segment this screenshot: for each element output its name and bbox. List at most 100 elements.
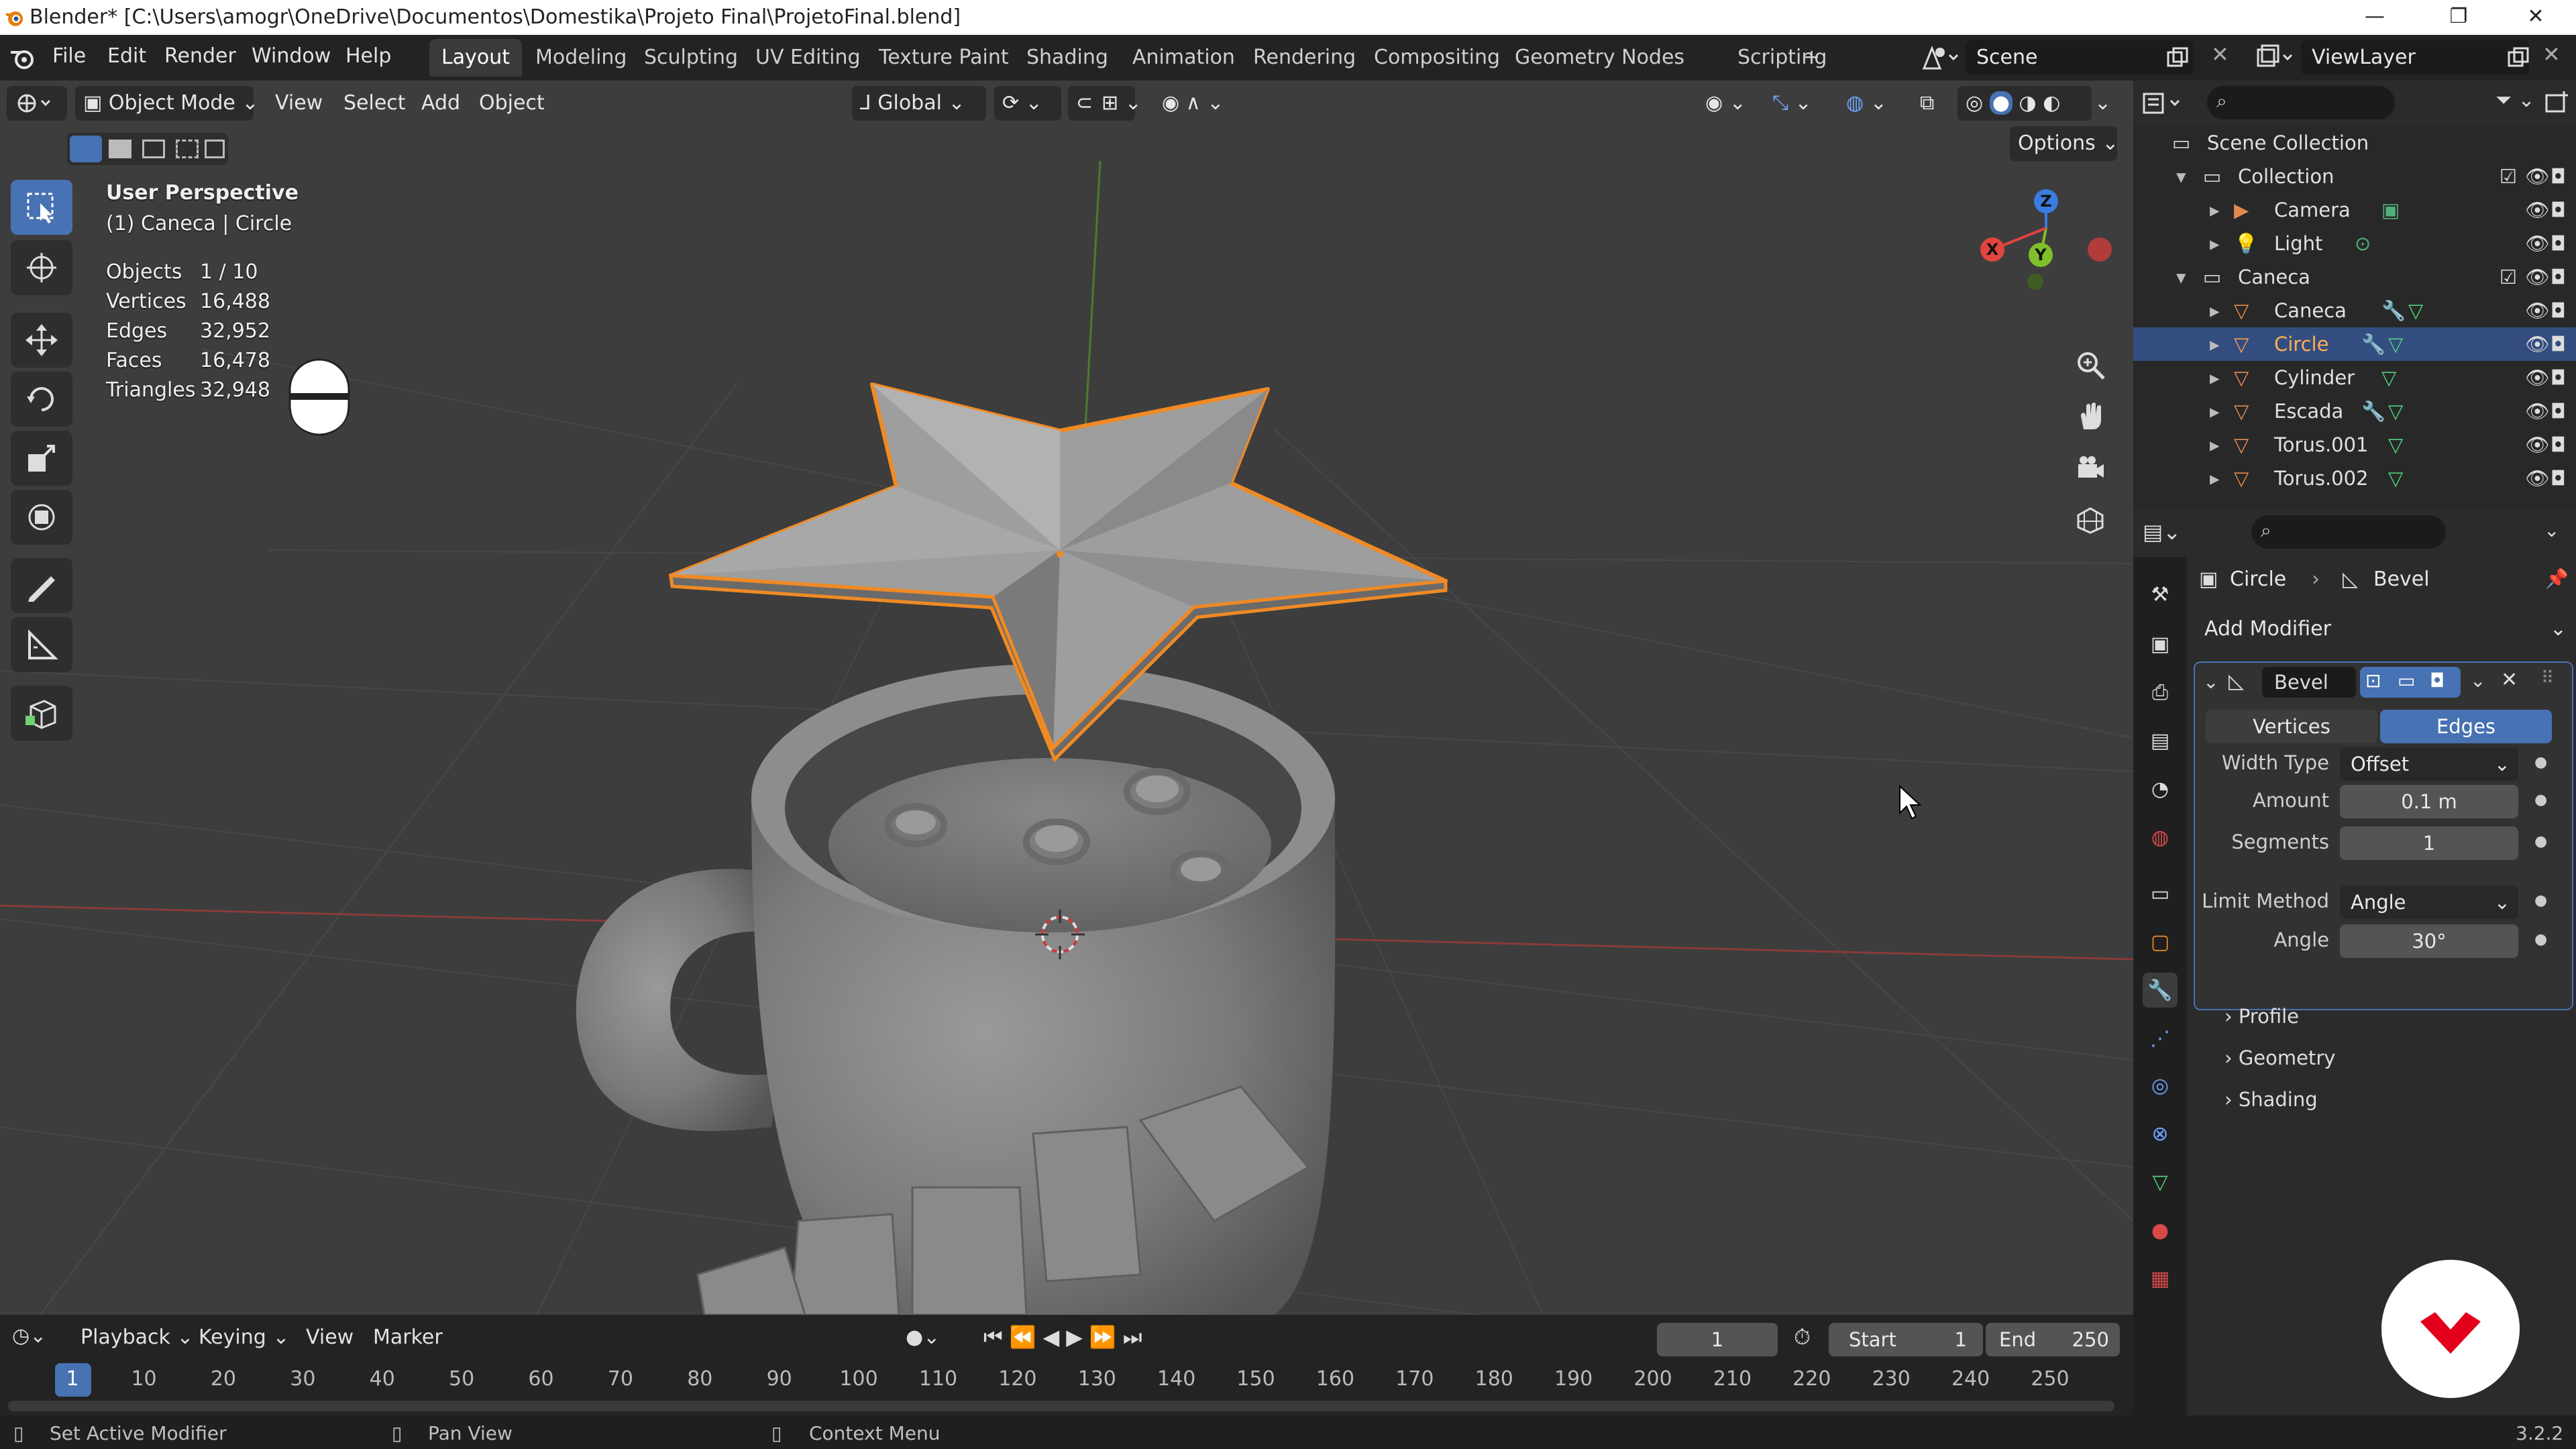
tab-geometry-nodes[interactable]: Geometry Nodes	[1503, 39, 1697, 76]
play-icon[interactable]: ▶	[1066, 1324, 1089, 1350]
select-subtract-icon[interactable]	[142, 140, 165, 158]
outliner-row-cylinder[interactable]: ▸ ▽ Cylinder ▽ 👁 ◘	[2133, 361, 2576, 394]
menu-select[interactable]: Select	[343, 86, 406, 121]
camera-render-icon[interactable]: ◘	[2551, 327, 2566, 361]
tab-uv-editing[interactable]: UV Editing	[743, 39, 873, 76]
tab-shading[interactable]: Shading	[1014, 39, 1120, 76]
material-shading-icon[interactable]: ◑	[2019, 91, 2036, 115]
next-keyframe-icon[interactable]: ⏩	[1089, 1324, 1123, 1350]
camera-render-icon[interactable]: ◘	[2551, 428, 2566, 462]
outliner-editor-type-icon[interactable]	[2140, 89, 2194, 118]
select-new-icon[interactable]	[70, 136, 102, 162]
start-frame-field[interactable]: Start 1	[1829, 1323, 1983, 1356]
prev-keyframe-icon[interactable]: ⏪	[1010, 1324, 1043, 1350]
camera-view-icon[interactable]	[2066, 444, 2114, 492]
properties-editor-type-icon[interactable]: ▤⌄	[2143, 519, 2181, 545]
tool-tab-icon[interactable]: ⚒	[2143, 577, 2178, 612]
snap-target-dropdown[interactable]: ⊞ ⌄	[1093, 86, 1147, 121]
affect-vertices-tab[interactable]: Vertices	[2206, 710, 2377, 743]
breadcrumb-object[interactable]: Circle	[2230, 568, 2286, 591]
particles-tab-icon[interactable]: ⋰	[2143, 1021, 2178, 1056]
filter-icon[interactable]: ⏷ ⌄	[2496, 89, 2535, 112]
jump-start-icon[interactable]: ⏮	[983, 1324, 1010, 1350]
collection-tab-icon[interactable]: ▭	[2143, 876, 2178, 911]
timeline-menu-keying[interactable]: Keying ⌄	[199, 1326, 289, 1349]
rotate-tool[interactable]	[11, 372, 72, 427]
render-tab-icon[interactable]: ▣	[2143, 627, 2178, 661]
properties-options-chevron[interactable]: ⌄	[2544, 519, 2559, 541]
camera-data-icon[interactable]: ▣	[2381, 193, 2400, 227]
keyframe-dot-icon[interactable]: ●	[2534, 792, 2547, 808]
select-box-tool[interactable]	[11, 180, 72, 235]
measure-tool[interactable]	[11, 617, 72, 672]
shading-options-chevron[interactable]: ⌄	[2094, 86, 2111, 121]
outliner-row-escada[interactable]: ▸ ▽ Escada 🔧 ▽ 👁 ◘	[2133, 394, 2576, 428]
mesh-data-icon[interactable]: ▽	[2408, 294, 2423, 327]
keyframe-dot-icon[interactable]: ●	[2534, 754, 2547, 771]
outliner-row-collection[interactable]: ▾ ▭ Collection ☑ 👁 ◘	[2133, 160, 2576, 193]
affect-edges-tab[interactable]: Edges	[2380, 710, 2552, 743]
keyframe-dot-icon[interactable]: ●	[2534, 892, 2547, 909]
exclude-checkbox-icon[interactable]: ☑	[2500, 260, 2517, 294]
mesh-data-icon[interactable]: ▽	[2381, 361, 2396, 394]
current-frame-field[interactable]: 1	[1657, 1323, 1778, 1356]
add-workspace-button[interactable]: +	[1791, 39, 1832, 76]
wrench-modifier-icon[interactable]: 🔧	[2361, 327, 2385, 361]
add-modifier-dropdown[interactable]: Add Modifier ⌄	[2194, 610, 2573, 648]
copy-viewlayer-icon[interactable]	[2506, 46, 2530, 70]
select-difference-icon[interactable]	[176, 140, 199, 158]
eye-icon[interactable]: 👁	[2525, 260, 2550, 294]
zoom-view-icon[interactable]	[2066, 341, 2114, 389]
chevron-right-icon[interactable]: ▸	[2210, 428, 2220, 462]
orthographic-toggle-icon[interactable]	[2066, 495, 2114, 543]
menu-edit[interactable]: Edit	[107, 44, 146, 68]
navigation-gizmo[interactable]: Z Y X	[1966, 188, 2113, 295]
eye-icon[interactable]: 👁	[2525, 327, 2550, 361]
outliner-search-input[interactable]: ⌕	[2207, 86, 2395, 119]
tab-modeling[interactable]: Modeling	[523, 39, 639, 76]
modifier-extras-chevron[interactable]: ⌄	[2470, 669, 2485, 692]
transform-orientation-dropdown[interactable]: ⅃ Global ⌄	[852, 86, 986, 121]
tab-sculpting[interactable]: Sculpting	[632, 39, 750, 76]
menu-render[interactable]: Render	[164, 44, 236, 68]
solid-shading-icon[interactable]: ●	[1989, 91, 2012, 115]
menu-object[interactable]: Object	[479, 86, 545, 121]
stopwatch-icon[interactable]: ⏱	[1794, 1324, 1811, 1350]
amount-field[interactable]: 0.1 m	[2340, 785, 2518, 818]
view-layer-field[interactable]: ViewLayer	[2301, 40, 2529, 75]
eye-icon[interactable]: 👁	[2525, 462, 2550, 495]
scene-name-field[interactable]: Scene	[1966, 40, 2194, 75]
chevron-right-icon[interactable]: ▸	[2210, 462, 2220, 495]
chevron-right-icon[interactable]: ▸	[2210, 327, 2220, 361]
shading-mode-group[interactable]: ◎ ● ◑ ◐	[1957, 86, 2092, 121]
timeline-scrollbar[interactable]	[8, 1401, 2114, 1411]
eye-icon[interactable]: 👁	[2525, 361, 2550, 394]
properties-search-input[interactable]: ⌕	[2251, 515, 2446, 549]
eye-icon[interactable]: 👁	[2525, 428, 2550, 462]
cursor-tool[interactable]	[11, 240, 72, 295]
scale-tool[interactable]	[11, 431, 72, 486]
menu-file[interactable]: File	[52, 44, 86, 68]
viewlayer-browse-icon[interactable]	[2254, 43, 2294, 72]
modifier-name-field[interactable]: Bevel	[2262, 667, 2356, 698]
transform-tool[interactable]	[11, 490, 72, 545]
tab-animation[interactable]: Animation	[1120, 39, 1247, 76]
camera-render-icon[interactable]: ◘	[2551, 394, 2566, 428]
object-mode-dropdown[interactable]: ▣ Object Mode ⌄	[75, 86, 259, 121]
select-extend-icon[interactable]	[109, 140, 131, 158]
render-toggle-icon[interactable]: ◘	[2430, 669, 2445, 692]
eye-icon[interactable]: 👁	[2525, 294, 2550, 327]
close-window-button[interactable]: ✕	[2496, 1, 2576, 34]
tab-texture-paint[interactable]: Texture Paint	[867, 39, 1021, 76]
outliner-row-caneca-mesh[interactable]: ▸ ▽ Caneca 🔧 ▽ 👁 ◘	[2133, 294, 2576, 327]
mesh-data-icon[interactable]: ▽	[2388, 428, 2403, 462]
end-frame-field[interactable]: End 250	[1986, 1323, 2120, 1356]
wrench-modifier-icon[interactable]: 🔧	[2361, 394, 2385, 428]
chevron-right-icon[interactable]: ▸	[2210, 227, 2220, 260]
remove-scene-icon[interactable]: ✕	[2211, 42, 2229, 67]
subpanel-profile[interactable]: › Profile	[2224, 1005, 2299, 1028]
minimize-button[interactable]: —	[2334, 1, 2415, 34]
world-tab-icon[interactable]: ◍	[2143, 820, 2178, 855]
tab-layout[interactable]: Layout	[429, 39, 522, 76]
maximize-button[interactable]: ❐	[2418, 1, 2499, 34]
